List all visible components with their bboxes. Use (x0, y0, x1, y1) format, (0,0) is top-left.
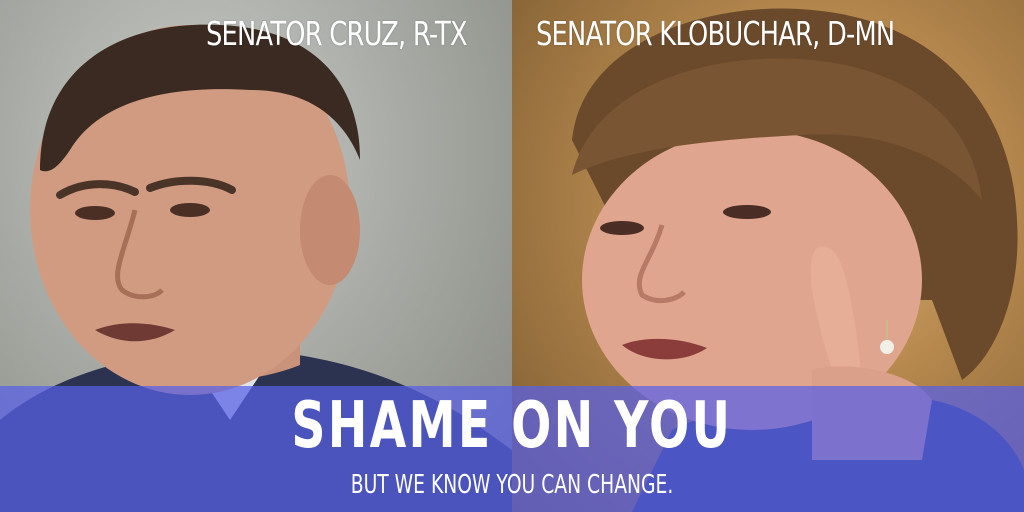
graphic-canvas: SENATOR CRUZ, R-TX SENATOR KLOBUCHAR, D-… (0, 0, 1024, 512)
banner-headline: SHAME ON YOU (291, 389, 733, 463)
banner-headline-container: SHAME ON YOU (0, 389, 1024, 463)
banner-subline-container: BUT WE KNOW YOU CAN CHANGE. (0, 470, 1024, 500)
left-senator-label: SENATOR CRUZ, R-TX (206, 14, 468, 53)
banner-subline: BUT WE KNOW YOU CAN CHANGE. (350, 470, 674, 500)
right-senator-label: SENATOR KLOBUCHAR, D-MN (536, 14, 895, 53)
